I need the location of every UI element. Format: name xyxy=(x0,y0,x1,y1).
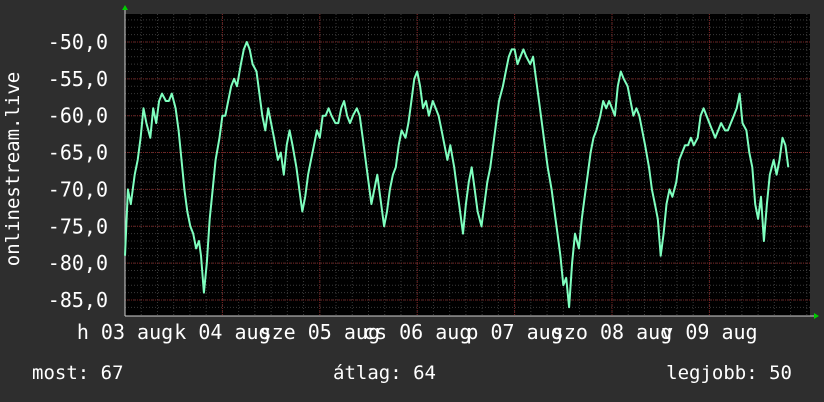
average-value: átlag: 64 xyxy=(333,362,436,384)
current-value: most: 67 xyxy=(32,362,124,384)
y-tick-label: -60,0 xyxy=(48,104,108,128)
x-axis-arrow xyxy=(814,313,819,319)
y-tick-label: -75,0 xyxy=(48,214,108,238)
x-tick-label: sze 05 aug xyxy=(260,320,380,344)
y-axis-arrow xyxy=(122,5,128,10)
y-tick-label: -50,0 xyxy=(48,30,108,54)
x-tick-label: cs 06 aug xyxy=(363,320,471,344)
best-value: legjobb: 50 xyxy=(666,362,792,384)
x-tick-label: v 09 aug xyxy=(661,320,757,344)
y-tick-label: -55,0 xyxy=(48,67,108,91)
x-tick-label: k 04 aug xyxy=(174,320,270,344)
x-tick-label: szo 08 aug xyxy=(552,320,672,344)
y-tick-label: -70,0 xyxy=(48,177,108,201)
x-tick-label: h 03 aug xyxy=(77,320,173,344)
x-tick-label: p 07 aug xyxy=(466,320,562,344)
y-tick-label: -65,0 xyxy=(48,141,108,165)
y-tick-label: -85,0 xyxy=(48,288,108,312)
line-chart: -50,0 -55,0 -60,0 -65,0 -70,0 -75,0 -80,0 -85,0… xyxy=(2,5,819,344)
summary-stats: most: 67 átlag: 64 legjobb: 50 xyxy=(0,362,824,388)
y-tick-label: -80,0 xyxy=(48,251,108,275)
y-axis-label: onlinestream.live xyxy=(2,72,24,266)
